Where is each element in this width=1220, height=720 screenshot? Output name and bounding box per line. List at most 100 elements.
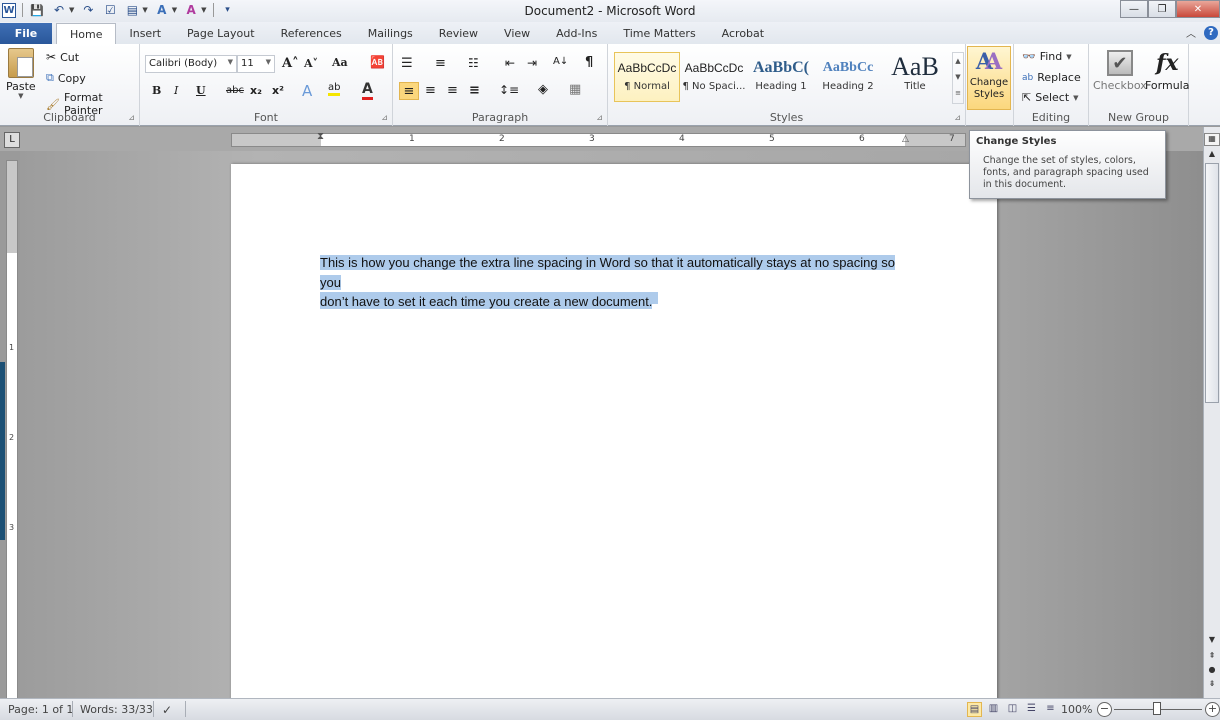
text-effects-button[interactable]: A bbox=[302, 82, 312, 100]
highlight-button[interactable]: ab bbox=[328, 82, 341, 96]
outline-view-icon[interactable]: ☰ bbox=[1024, 702, 1039, 717]
style-normal[interactable]: AaBbCcDc ¶ Normal bbox=[614, 52, 680, 102]
show-marks-button[interactable]: ¶ bbox=[585, 55, 593, 70]
multilevel-list-button[interactable]: ☷ bbox=[468, 56, 479, 70]
scroll-down-arrow[interactable]: ▼ bbox=[1204, 635, 1220, 648]
checkbox-icon: ✔ bbox=[1106, 50, 1133, 76]
find-button[interactable]: 👓 Find ▼ bbox=[1022, 50, 1072, 63]
style-heading-2[interactable]: AaBbCc Heading 2 bbox=[815, 52, 881, 102]
font-family-select[interactable]: Calibri (Body) ▼ bbox=[145, 55, 237, 73]
window-title: Document2 - Microsoft Word bbox=[524, 4, 696, 18]
borders-button[interactable]: ▦ bbox=[569, 82, 581, 97]
proofing-icon[interactable]: ✓ bbox=[162, 703, 172, 717]
editing-group-label: Editing bbox=[1031, 111, 1071, 124]
tab-mailings[interactable]: Mailings bbox=[355, 23, 426, 44]
horizontal-ruler[interactable]: ⧗ 1 2 3 4 5 6 7 △ bbox=[231, 131, 966, 147]
full-screen-reading-icon[interactable]: ▥ bbox=[986, 702, 1001, 717]
close-button[interactable]: ✕ bbox=[1176, 0, 1220, 18]
tab-selector[interactable]: L bbox=[4, 132, 20, 148]
grow-font-button[interactable]: A˄ bbox=[282, 56, 299, 71]
font-launcher-icon[interactable]: ⊿ bbox=[381, 113, 388, 122]
draft-view-icon[interactable]: ≡ bbox=[1043, 702, 1058, 717]
increase-indent-button[interactable]: ⇥ bbox=[527, 56, 537, 70]
sort-button[interactable]: A↓ bbox=[553, 56, 568, 67]
line-spacing-button[interactable]: ↕≡ bbox=[499, 83, 519, 97]
minimize-button[interactable]: — bbox=[1120, 0, 1148, 18]
zoom-out-button[interactable]: − bbox=[1097, 702, 1112, 717]
scroll-up-arrow[interactable]: ▲ bbox=[1204, 149, 1220, 162]
vertical-scrollbar[interactable]: ▦ ▲ ▼ ⇞ ● ⇟ bbox=[1203, 127, 1220, 698]
tab-time-matters[interactable]: Time Matters bbox=[610, 23, 708, 44]
shading-button[interactable]: ◈ bbox=[538, 82, 548, 97]
cut-button[interactable]: ✂ Cut bbox=[46, 50, 79, 64]
style-heading-1[interactable]: AaBbC( Heading 1 bbox=[748, 52, 814, 102]
paste-button[interactable]: Paste ▼ bbox=[6, 48, 36, 100]
paragraph-line-1: This is how you change the extra line sp… bbox=[320, 255, 895, 290]
scroll-thumb[interactable] bbox=[1205, 163, 1219, 403]
tab-home[interactable]: Home bbox=[56, 23, 117, 44]
styles-scroll[interactable]: ▲ ▼ ≡ bbox=[952, 52, 964, 104]
restore-button[interactable]: ❐ bbox=[1148, 0, 1176, 18]
tab-review[interactable]: Review bbox=[426, 23, 491, 44]
minimize-ribbon-icon[interactable]: ︿ bbox=[1186, 25, 1196, 40]
justify-button[interactable]: ≡ bbox=[469, 83, 480, 98]
indent-marker[interactable]: ⧗ bbox=[317, 131, 324, 142]
change-case-button[interactable]: Aa bbox=[332, 56, 348, 69]
right-indent-marker[interactable]: △ bbox=[902, 134, 909, 144]
zoom-slider-thumb[interactable] bbox=[1153, 702, 1161, 715]
checkbox-button[interactable]: ✔ Checkbox bbox=[1093, 50, 1147, 92]
browse-object-icon[interactable]: ● bbox=[1204, 665, 1220, 678]
web-layout-icon[interactable]: ◫ bbox=[1005, 702, 1020, 717]
paste-dropdown-icon[interactable]: ▼ bbox=[18, 92, 23, 100]
binoculars-icon: 👓 bbox=[1022, 50, 1036, 63]
clipboard-launcher-icon[interactable]: ⊿ bbox=[128, 113, 135, 122]
bold-button[interactable]: B bbox=[152, 84, 161, 97]
superscript-button[interactable]: x² bbox=[272, 84, 284, 97]
font-size-select[interactable]: 11 ▼ bbox=[237, 55, 275, 73]
shrink-font-button[interactable]: A˅ bbox=[304, 57, 318, 70]
change-styles-button[interactable]: AA Change Styles bbox=[967, 46, 1011, 110]
formula-icon: fx bbox=[1155, 50, 1179, 76]
numbering-button[interactable]: ≡ bbox=[435, 56, 446, 71]
tab-add-ins[interactable]: Add-Ins bbox=[543, 23, 610, 44]
tab-file[interactable]: File bbox=[0, 23, 52, 44]
align-right-button[interactable]: ≡ bbox=[447, 83, 458, 98]
replace-button[interactable]: ab Replace bbox=[1022, 71, 1081, 84]
underline-button[interactable]: U bbox=[196, 84, 206, 97]
bullets-button[interactable]: ☰ bbox=[401, 56, 413, 71]
align-center-button[interactable]: ≡ bbox=[425, 83, 436, 98]
print-layout-view-icon[interactable]: ▤ bbox=[967, 702, 982, 717]
vertical-ruler[interactable]: 1 2 3 bbox=[6, 160, 18, 700]
document-body[interactable]: This is how you change the extra line sp… bbox=[320, 253, 905, 312]
style-no-spacing[interactable]: AaBbCcDc ¶ No Spaci... bbox=[681, 52, 747, 102]
previous-page-icon[interactable]: ⇞ bbox=[1204, 651, 1220, 664]
next-page-icon[interactable]: ⇟ bbox=[1204, 679, 1220, 692]
zoom-level[interactable]: 100% bbox=[1061, 703, 1092, 716]
paragraph-launcher-icon[interactable]: ⊿ bbox=[596, 113, 603, 122]
tab-insert[interactable]: Insert bbox=[116, 23, 174, 44]
tab-page-layout[interactable]: Page Layout bbox=[174, 23, 268, 44]
zoom-in-button[interactable]: + bbox=[1205, 702, 1220, 717]
word-count[interactable]: Words: 33/33 bbox=[80, 703, 153, 716]
align-left-button[interactable]: ≡ bbox=[399, 82, 419, 100]
tab-view[interactable]: View bbox=[491, 23, 543, 44]
subscript-button[interactable]: x₂ bbox=[250, 84, 262, 97]
italic-button[interactable]: I bbox=[174, 84, 178, 97]
help-icon[interactable]: ? bbox=[1204, 25, 1218, 40]
tab-acrobat[interactable]: Acrobat bbox=[709, 23, 777, 44]
ruler-toggle-icon[interactable]: ▦ bbox=[1204, 133, 1220, 146]
page-count[interactable]: Page: 1 of 1 bbox=[8, 703, 73, 716]
font-color-button[interactable]: A bbox=[362, 81, 373, 100]
styles-launcher-icon[interactable]: ⊿ bbox=[954, 113, 961, 122]
clear-formatting-button[interactable]: 🆎 bbox=[370, 55, 385, 69]
tab-references[interactable]: References bbox=[268, 23, 355, 44]
strikethrough-button[interactable]: abc bbox=[226, 85, 244, 96]
paintbrush-icon: 🖌 bbox=[46, 97, 60, 111]
select-button[interactable]: ⇱ Select ▼ bbox=[1022, 91, 1079, 104]
style-title[interactable]: AaB Title bbox=[882, 52, 948, 102]
copy-button[interactable]: ⧉ Copy bbox=[46, 71, 86, 85]
decrease-indent-button[interactable]: ⇤ bbox=[505, 56, 515, 70]
document-page[interactable] bbox=[231, 164, 997, 704]
paragraph-line-2: don’t have to set it each time you creat… bbox=[320, 294, 653, 309]
formula-button[interactable]: fx Formula bbox=[1145, 50, 1189, 92]
